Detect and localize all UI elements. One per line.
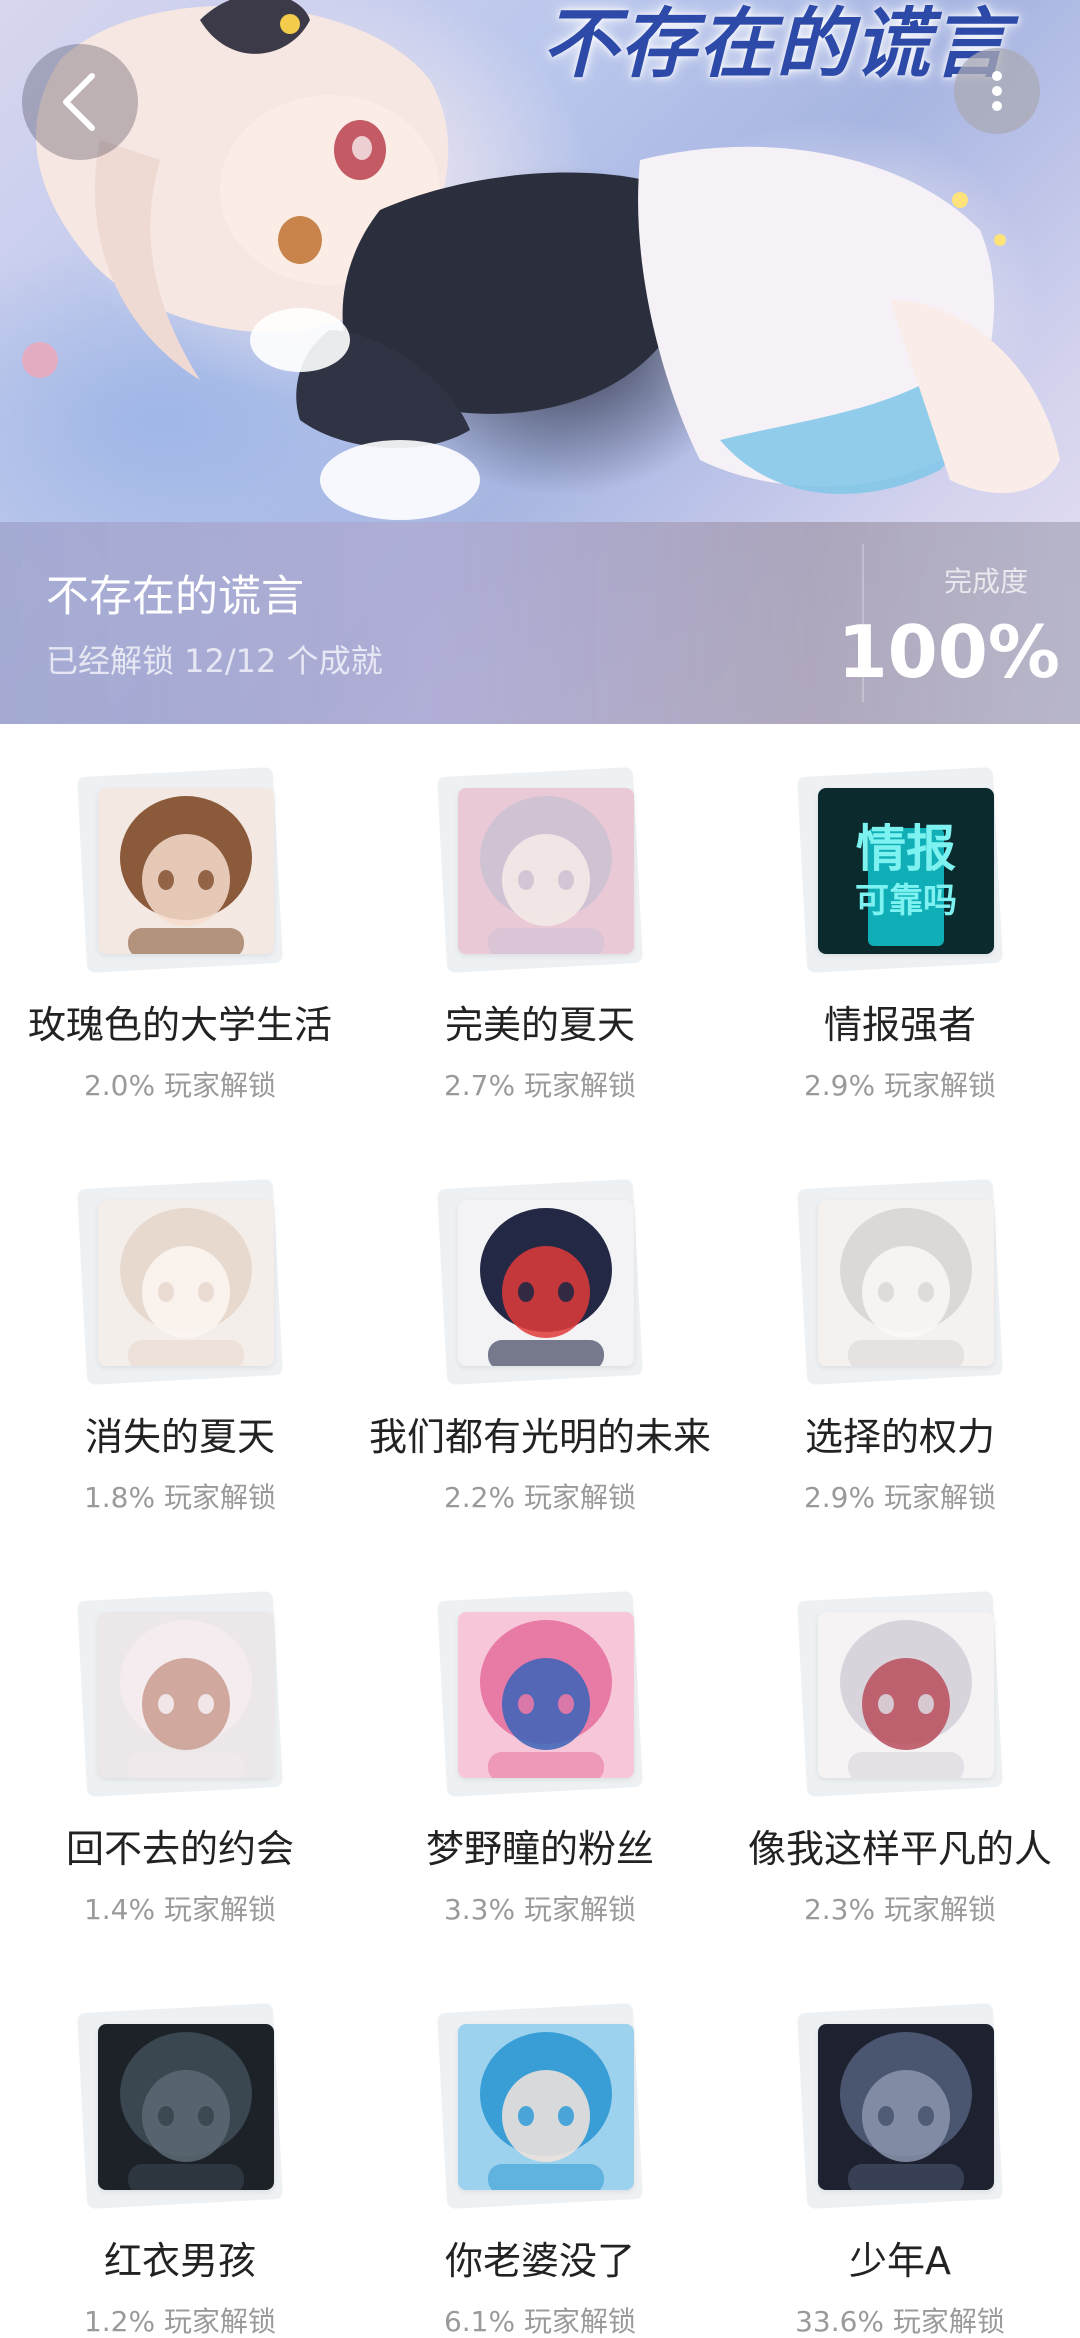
achievement-grid: 玫瑰色的大学生活 2.0% 玩家解锁 完美的夏天 2.7% 玩家解锁 情报 可靠吗… [0, 724, 1080, 2338]
achievement-thumbnail [98, 1612, 274, 1778]
achievement-art [98, 1200, 274, 1366]
achievement-unlock-rate: 1.4% 玩家解锁 [83, 1893, 277, 1926]
achievement-title: 少年A [849, 2239, 951, 2283]
achievement-art: 情报可靠吗 [818, 788, 994, 954]
achievement-thumbnail [458, 788, 634, 954]
achievement-thumbnail-frame: 情报 可靠吗 [797, 767, 1003, 973]
achievement-thumbnail-frame [437, 2003, 643, 2209]
achievement-page: 不存在的谎言 不存在的谎言 已经解锁 12/12 个成就 完成度 100% 玫瑰… [0, 0, 1080, 2338]
achievement-art [98, 788, 274, 954]
vertical-dots-icon [992, 71, 1002, 111]
chevron-left-icon [63, 73, 95, 131]
achievement-item[interactable]: 你老婆没了 6.1% 玩家解锁 [360, 1960, 720, 2338]
achievement-thumbnail-frame [797, 1591, 1003, 1797]
achievement-art [458, 1612, 634, 1778]
achievement-unlock-rate: 2.9% 玩家解锁 [803, 1481, 997, 1514]
achievement-art [458, 2024, 634, 2190]
achievement-unlock-rate: 1.2% 玩家解锁 [83, 2305, 277, 2338]
achievement-title: 消失的夏天 [84, 1415, 275, 1459]
more-options-button[interactable] [954, 48, 1040, 134]
achievement-item[interactable]: 玫瑰色的大学生活 2.0% 玩家解锁 [0, 724, 360, 1136]
achievement-art [818, 2024, 994, 2190]
achievement-title: 情报强者 [823, 1003, 976, 1047]
achievement-unlock-rate: 2.0% 玩家解锁 [83, 1069, 277, 1102]
achievement-thumbnail-frame [77, 1591, 283, 1797]
achievement-title: 玫瑰色的大学生活 [27, 1003, 332, 1047]
achievement-item[interactable]: 红衣男孩 1.2% 玩家解锁 [0, 1960, 360, 2338]
achievement-thumbnail [818, 1612, 994, 1778]
achievement-thumbnail-frame [437, 767, 643, 973]
achievement-thumbnail [458, 1200, 634, 1366]
achievement-unlock-rate: 2.3% 玩家解锁 [803, 1893, 997, 1926]
achievement-title: 完美的夏天 [444, 1003, 635, 1047]
completion-label: 完成度 [943, 565, 1028, 598]
achievement-art [98, 2024, 274, 2190]
game-cover-banner: 不存在的谎言 不存在的谎言 已经解锁 12/12 个成就 完成度 100% [0, 0, 1080, 724]
achievement-art [98, 1612, 274, 1778]
achievement-thumbnail-frame [797, 1179, 1003, 1385]
achievement-title: 像我这样平凡的人 [747, 1827, 1052, 1871]
achievement-thumbnail [98, 2024, 274, 2190]
achievement-art [458, 1200, 634, 1366]
achievement-title: 选择的权力 [804, 1415, 995, 1459]
achievement-thumbnail [98, 1200, 274, 1366]
game-info-bar: 不存在的谎言 已经解锁 12/12 个成就 完成度 100% [0, 522, 1080, 724]
achievement-thumbnail-frame [77, 1179, 283, 1385]
achievement-thumbnail: 情报 可靠吗 [818, 788, 994, 954]
achievement-thumbnail-frame [77, 2003, 283, 2209]
achievement-item[interactable]: 我们都有光明的未来 2.2% 玩家解锁 [360, 1136, 720, 1548]
achievement-thumbnail-frame [797, 2003, 1003, 2209]
achievement-thumbnail-frame [437, 1591, 643, 1797]
achievement-item[interactable]: 少年A 33.6% 玩家解锁 [720, 1960, 1080, 2338]
achievement-item[interactable]: 梦野瞳的粉丝 3.3% 玩家解锁 [360, 1548, 720, 1960]
achievement-thumbnail [458, 2024, 634, 2190]
achievement-unlock-rate: 2.7% 玩家解锁 [443, 1069, 637, 1102]
achievement-title: 梦野瞳的粉丝 [425, 1827, 654, 1871]
achievement-thumbnail [458, 1612, 634, 1778]
achievement-art [458, 788, 634, 954]
back-button[interactable] [22, 44, 138, 160]
achievement-item[interactable]: 消失的夏天 1.8% 玩家解锁 [0, 1136, 360, 1548]
achievement-item[interactable]: 完美的夏天 2.7% 玩家解锁 [360, 724, 720, 1136]
completion-value: 100% [837, 610, 1060, 694]
achievement-unlock-rate: 3.3% 玩家解锁 [443, 1893, 637, 1926]
achievement-thumbnail-frame [437, 1179, 643, 1385]
achievement-thumbnail [818, 2024, 994, 2190]
achievement-art [818, 1200, 994, 1366]
thumbnail-text: 情报 [856, 820, 956, 878]
achievement-unlock-rate: 2.9% 玩家解锁 [803, 1069, 997, 1102]
achievement-item[interactable]: 回不去的约会 1.4% 玩家解锁 [0, 1548, 360, 1960]
achievement-unlock-rate: 1.8% 玩家解锁 [83, 1481, 277, 1514]
achievement-title: 红衣男孩 [103, 2239, 256, 2283]
game-title: 不存在的谎言 [46, 572, 304, 622]
cover-title-art: 不存在的谎言 [542, 0, 1010, 88]
achievement-unlock-rate: 2.2% 玩家解锁 [443, 1481, 637, 1514]
achievement-unlock-rate: 6.1% 玩家解锁 [443, 2305, 637, 2338]
achievement-title: 你老婆没了 [444, 2239, 635, 2283]
achievement-title: 回不去的约会 [65, 1827, 294, 1871]
achievement-item[interactable]: 像我这样平凡的人 2.3% 玩家解锁 [720, 1548, 1080, 1960]
unlock-summary: 已经解锁 12/12 个成就 [46, 642, 383, 680]
achievement-unlock-rate: 33.6% 玩家解锁 [795, 2305, 1005, 2338]
achievement-thumbnail [818, 1200, 994, 1366]
achievement-thumbnail [98, 788, 274, 954]
thumbnail-text: 可靠吗 [855, 881, 957, 921]
achievement-item[interactable]: 情报 可靠吗 情报强者 2.9% 玩家解锁 [720, 724, 1080, 1136]
achievement-item[interactable]: 选择的权力 2.9% 玩家解锁 [720, 1136, 1080, 1548]
achievement-title: 我们都有光明的未来 [368, 1415, 711, 1459]
achievement-thumbnail-frame [77, 767, 283, 973]
achievement-art [818, 1612, 994, 1778]
